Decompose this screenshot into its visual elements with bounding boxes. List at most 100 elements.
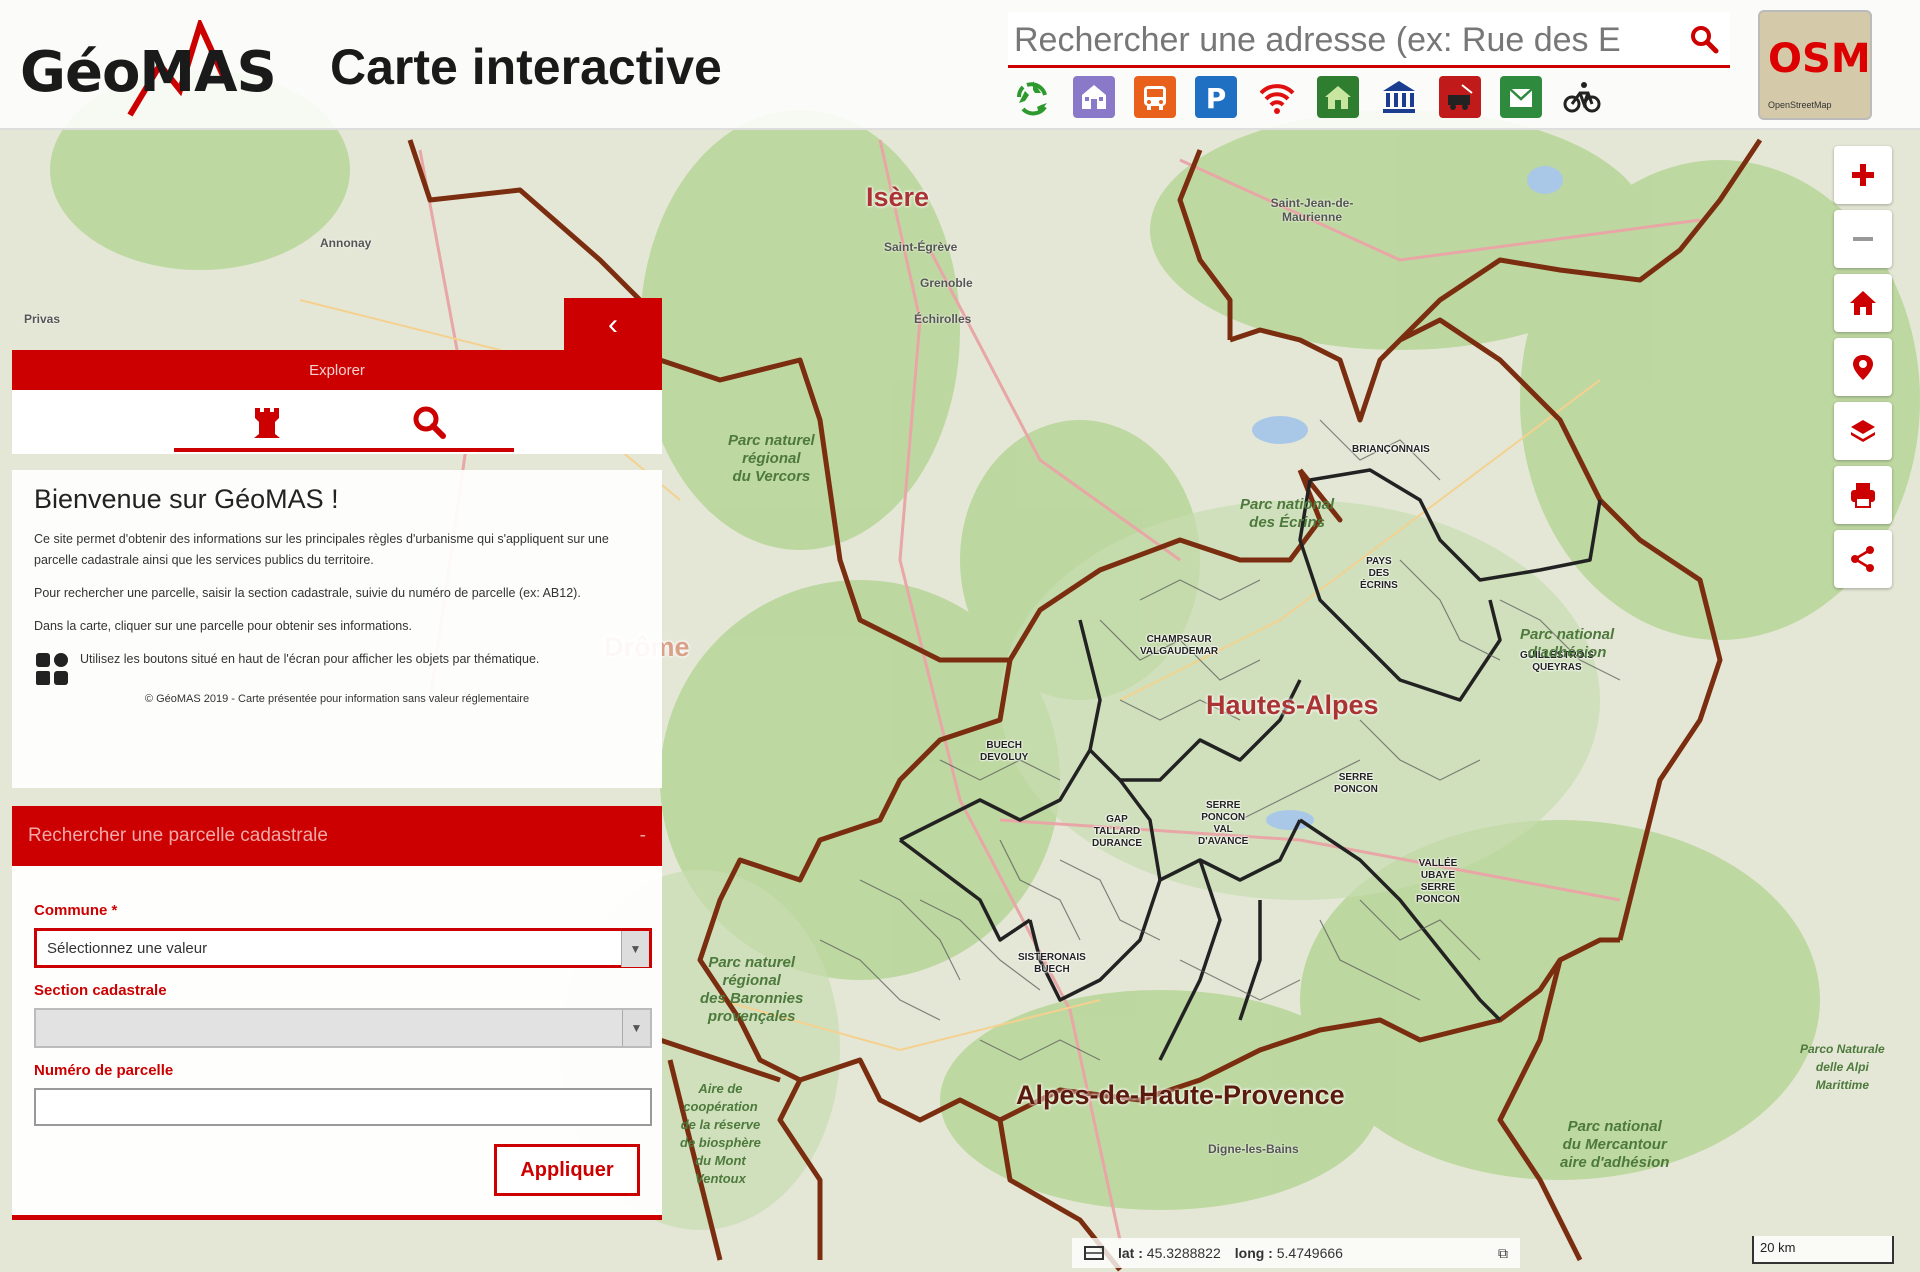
zoom-in-button[interactable] bbox=[1834, 146, 1892, 204]
theme-button-bicycle[interactable] bbox=[1561, 76, 1603, 118]
section-label: Section cadastrale bbox=[34, 982, 167, 999]
locate-button[interactable] bbox=[1834, 338, 1892, 396]
parcel-number-input[interactable] bbox=[34, 1088, 652, 1126]
map-label-park: Aire de coopération de la réserve de bio… bbox=[680, 1081, 761, 1186]
recycle-icon bbox=[1017, 81, 1047, 116]
map-toolbar bbox=[1834, 146, 1894, 594]
print-button[interactable] bbox=[1834, 466, 1892, 524]
commune-select[interactable]: Sélectionnez une valeur ▼ bbox=[34, 928, 652, 968]
map-label-isere: Isère bbox=[866, 182, 930, 212]
map-label-park: Parco Naturale delle Alpi Marittime bbox=[1800, 1042, 1885, 1092]
tab-search[interactable] bbox=[364, 398, 494, 446]
layers-button[interactable] bbox=[1834, 402, 1892, 460]
theme-button-fire[interactable] bbox=[1439, 76, 1481, 118]
welcome-panel: Bienvenue sur GéoMAS ! Ce site permet d'… bbox=[12, 470, 662, 788]
print-icon bbox=[1851, 483, 1875, 508]
tab-active-indicator bbox=[174, 448, 514, 452]
theme-button-parking[interactable]: P bbox=[1195, 76, 1237, 118]
map-label-town: Annonay bbox=[320, 236, 372, 250]
map-label-sector: SERRE PONCON bbox=[1334, 772, 1378, 795]
welcome-paragraph: Pour rechercher une parcelle, saisir la … bbox=[34, 586, 581, 600]
lat-value: 45.3288822 bbox=[1146, 1245, 1221, 1261]
address-search-input[interactable] bbox=[1014, 18, 1664, 62]
coordinates-icon bbox=[1084, 1246, 1104, 1260]
layers-icon bbox=[1851, 420, 1875, 442]
bus-icon bbox=[1144, 86, 1166, 110]
osm-sublabel: OpenStreetMap bbox=[1768, 100, 1832, 110]
lng-label: long : bbox=[1234, 1245, 1273, 1261]
lat-label: lat : bbox=[1118, 1245, 1143, 1261]
theme-button-museum[interactable] bbox=[1378, 76, 1420, 118]
map-label-sector: BUECH DEVOLUY bbox=[980, 740, 1029, 763]
chevron-down-icon: ▼ bbox=[622, 1010, 650, 1046]
tab-info[interactable] bbox=[202, 398, 332, 446]
map-label-town: Privas bbox=[24, 312, 61, 326]
theme-toolbar: P bbox=[1012, 76, 1603, 122]
map-label-park: Parc national du Mercantour aire d'adhés… bbox=[1560, 1118, 1670, 1171]
share-button[interactable] bbox=[1834, 530, 1892, 588]
map-label-alpes-haute-provence: Alpes-de-Haute-Provence bbox=[1016, 1080, 1345, 1110]
coordinates-bar: lat : 45.3288822 long : 5.4749666 ⧉ bbox=[1072, 1238, 1520, 1268]
theme-button-bus[interactable] bbox=[1134, 76, 1176, 118]
chevron-down-icon: ▼ bbox=[621, 931, 649, 967]
welcome-title: Bienvenue sur GéoMAS ! bbox=[34, 484, 339, 514]
app-header: GéoMAS Carte interactive Rechercher une … bbox=[0, 0, 1920, 130]
home-icon bbox=[1850, 291, 1876, 315]
map-label-park: Parc naturel régional du Vercors bbox=[728, 432, 815, 485]
basemap-switcher-button[interactable]: OSM OpenStreetMap bbox=[1758, 10, 1872, 120]
geomas-logo[interactable]: GéoMAS bbox=[20, 16, 280, 120]
zoom-out-icon bbox=[1853, 237, 1873, 241]
welcome-paragraph: Utilisez les boutons situé en haut de l'… bbox=[80, 652, 540, 666]
scale-bar: 20 km bbox=[1752, 1236, 1894, 1264]
fire-icon bbox=[1448, 84, 1473, 110]
address-search bbox=[1008, 12, 1730, 68]
parking-icon: P bbox=[1206, 82, 1227, 113]
wifi-icon bbox=[1259, 84, 1295, 114]
welcome-paragraph: Ce site permet d'obtenir des information… bbox=[34, 532, 609, 567]
zoom-in-icon bbox=[1852, 164, 1874, 186]
parcel-search-header[interactable]: Rechercher une parcelle cadastrale - bbox=[12, 806, 662, 866]
apply-button[interactable]: Appliquer bbox=[494, 1144, 640, 1196]
zoom-out-button[interactable] bbox=[1834, 210, 1892, 268]
theme-button-housing[interactable] bbox=[1317, 76, 1359, 118]
map-label-town: Digne-les-Bains bbox=[1208, 1142, 1299, 1156]
theme-button-school[interactable] bbox=[1073, 76, 1115, 118]
house-icon bbox=[1325, 86, 1351, 109]
bicycle-icon bbox=[1563, 82, 1601, 113]
map-label-sector: SISTERONAIS BUECH bbox=[1018, 952, 1086, 975]
search-button[interactable] bbox=[1686, 22, 1722, 58]
explorer-tabs bbox=[12, 390, 662, 454]
home-button[interactable] bbox=[1834, 274, 1892, 332]
map-label-sector: SERRE PONCON VAL D'AVANCE bbox=[1198, 800, 1249, 847]
commune-label: Commune * bbox=[34, 902, 118, 919]
search-icon bbox=[413, 406, 446, 439]
map-label-sector: CHAMPSAUR VALGAUDEMAR bbox=[1140, 634, 1219, 657]
map-label-town: Saint-Égrève bbox=[884, 240, 958, 254]
castle-icon bbox=[254, 408, 280, 438]
parcel-search-collapse[interactable]: - bbox=[640, 825, 646, 847]
theme-button-mail[interactable] bbox=[1500, 76, 1542, 118]
map-label-sector: BRIANÇONNAIS bbox=[1352, 444, 1430, 455]
collapse-panel-button[interactable]: ‹ bbox=[564, 298, 662, 352]
section-select[interactable]: ▼ bbox=[34, 1008, 652, 1048]
copyright-text: © GéoMAS 2019 - Carte présentée pour inf… bbox=[144, 693, 530, 705]
map-label-park: Parc naturel régional des Baronnies prov… bbox=[700, 954, 804, 1025]
map-label-town: Saint-Jean-de-Maurienne bbox=[1270, 196, 1354, 224]
museum-icon bbox=[1383, 81, 1415, 113]
explorer-header: Explorer bbox=[12, 350, 662, 390]
theme-button-wifi[interactable] bbox=[1256, 76, 1298, 118]
parcel-number-label: Numéro de parcelle bbox=[34, 1062, 174, 1079]
theme-buttons-icon bbox=[36, 653, 68, 685]
map-label-park: Parc national d'adhésion bbox=[1520, 626, 1615, 661]
logo-text: GéoMAS bbox=[20, 40, 277, 105]
parcel-search-title: Rechercher une parcelle cadastrale bbox=[28, 825, 328, 846]
page-title: Carte interactive bbox=[330, 39, 722, 95]
map-label-town: Échirolles bbox=[914, 312, 972, 326]
welcome-legend: Utilisez les boutons situé en haut de l'… bbox=[34, 649, 640, 689]
explorer-panel: Explorer bbox=[12, 350, 662, 454]
copy-coordinates-icon[interactable]: ⧉ bbox=[1498, 1245, 1508, 1262]
theme-button-recycle[interactable] bbox=[1012, 76, 1054, 118]
commune-select-value: Sélectionnez une valeur bbox=[47, 939, 208, 957]
lng-value: 5.4749666 bbox=[1276, 1245, 1343, 1261]
mailbox-icon bbox=[1509, 88, 1533, 107]
